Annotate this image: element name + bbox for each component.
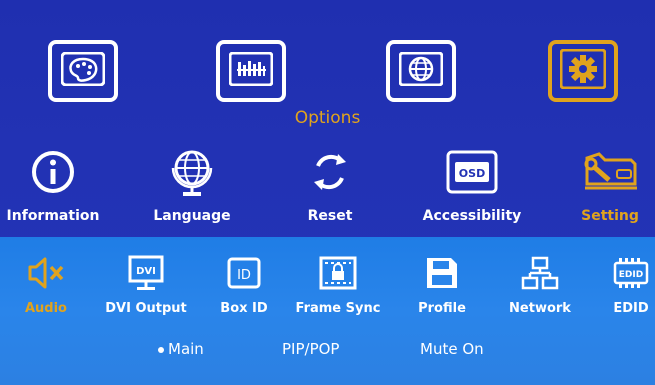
menu-accessibility[interactable]: OSD Accessibility	[417, 148, 527, 224]
frame-lock-icon	[318, 255, 358, 295]
id-box-icon: ID	[226, 256, 262, 294]
submenu-edid[interactable]: EDID EDID	[586, 255, 655, 316]
submenu-box-id[interactable]: ID Box ID	[199, 255, 289, 316]
info-icon	[31, 150, 75, 198]
dvi-monitor-icon: DVI	[126, 254, 166, 296]
audio-option-main-label: Main	[168, 340, 204, 358]
submenu-dvi-output[interactable]: DVI DVI Output	[101, 255, 191, 316]
globe-icon	[167, 146, 217, 202]
reset-arrows-icon	[308, 150, 352, 198]
submenu-box-id-label: Box ID	[220, 301, 268, 316]
selected-dot-icon	[158, 346, 164, 353]
osd-icon-text: OSD	[459, 167, 485, 180]
submenu-profile-label: Profile	[418, 301, 466, 316]
menu-language[interactable]: Language	[137, 148, 247, 224]
audio-option-mute-on[interactable]: Mute On	[420, 340, 484, 358]
submenu-frame-sync-label: Frame Sync	[295, 301, 381, 316]
palette-icon	[60, 51, 106, 90]
top-menu-picture[interactable]	[216, 40, 286, 102]
submenu-network[interactable]: Network	[495, 255, 585, 316]
audio-option-main[interactable]: Main	[158, 340, 204, 358]
submenu-network-label: Network	[509, 301, 571, 316]
menu-reset-label: Reset	[307, 208, 353, 224]
submenu-edid-label: EDID	[613, 301, 649, 316]
speaker-mute-icon	[26, 255, 66, 295]
menu-accessibility-label: Accessibility	[422, 208, 522, 224]
submenu-frame-sync[interactable]: Frame Sync	[293, 255, 383, 316]
floppy-disk-icon	[424, 255, 460, 295]
section-title: Options	[294, 108, 361, 128]
menu-information-label: Information	[6, 208, 100, 224]
osd-menu-screen: Options Information Language Reset OSD A…	[0, 0, 655, 385]
menu-information[interactable]: Information	[0, 148, 108, 224]
audio-option-pip-pop[interactable]: PIP/POP	[282, 340, 339, 358]
globe-grid-icon	[398, 51, 444, 90]
gear-icon	[559, 48, 607, 93]
submenu-audio[interactable]: Audio	[1, 255, 91, 316]
dvi-icon-text: DVI	[136, 266, 156, 277]
setting-submenu-panel: Audio DVI DVI Output ID Box ID Frame Syn…	[0, 237, 655, 385]
toolbox-wrench-icon	[579, 150, 641, 198]
menu-language-label: Language	[153, 208, 231, 224]
edid-chip-icon: EDID	[611, 255, 651, 295]
id-icon-text: ID	[237, 268, 251, 283]
picture-adjust-icon	[228, 51, 274, 90]
top-menu-options[interactable]	[548, 40, 618, 102]
top-menu-input[interactable]	[386, 40, 456, 102]
osd-icon: OSD	[446, 150, 498, 198]
network-icon	[520, 255, 560, 295]
menu-setting[interactable]: Setting	[555, 148, 655, 224]
menu-reset[interactable]: Reset	[275, 148, 385, 224]
submenu-audio-label: Audio	[24, 301, 67, 316]
menu-setting-label: Setting	[581, 208, 639, 224]
submenu-dvi-output-label: DVI Output	[105, 301, 187, 316]
submenu-profile[interactable]: Profile	[397, 255, 487, 316]
edid-icon-text: EDID	[619, 270, 643, 280]
top-menu-color[interactable]	[48, 40, 118, 102]
